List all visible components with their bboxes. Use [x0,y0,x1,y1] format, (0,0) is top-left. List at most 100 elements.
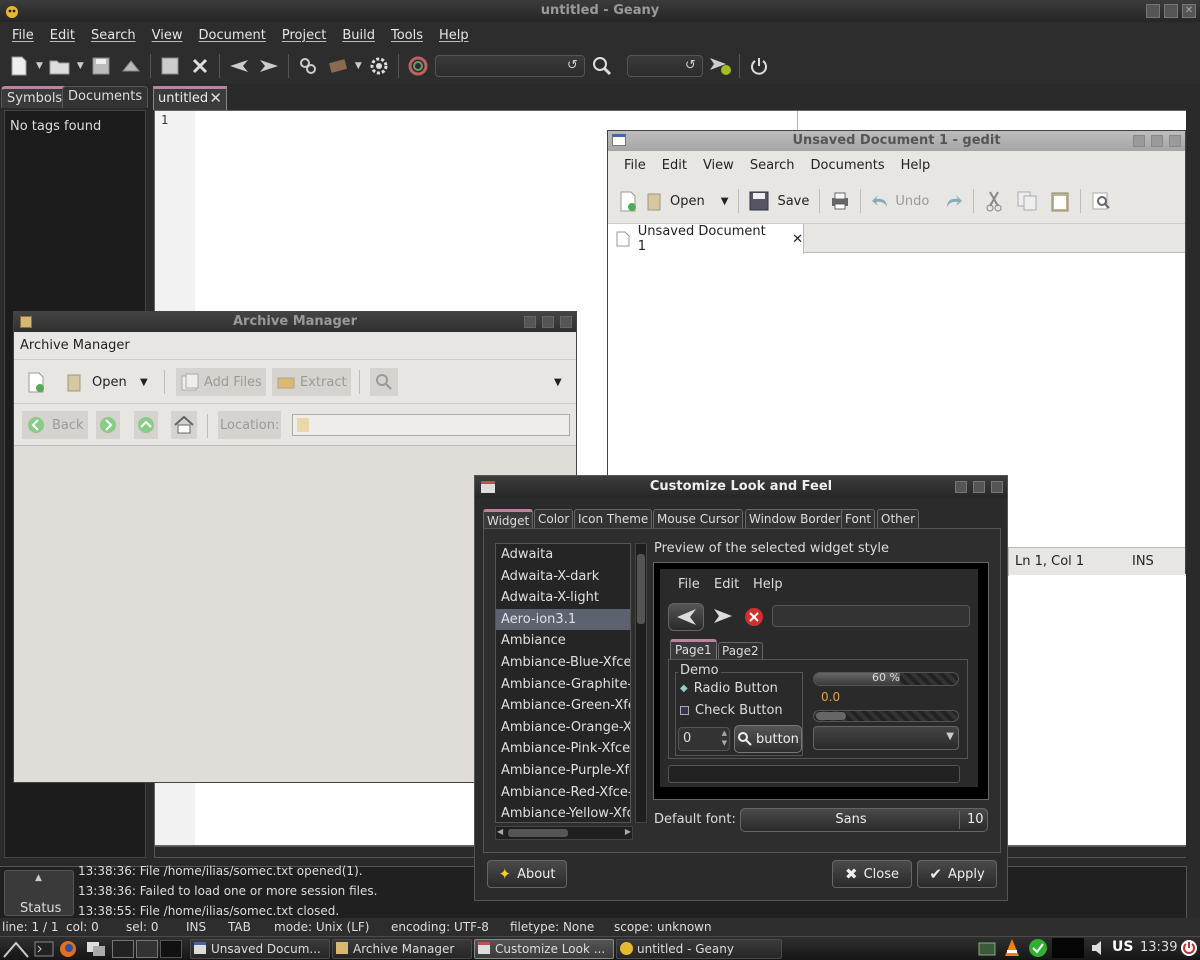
combo-box[interactable]: ▼ [813,726,959,750]
goto-line-input[interactable]: ↺ [626,55,703,77]
power-icon[interactable] [1180,939,1198,957]
menu-archive-manager[interactable]: Archive Manager [20,338,130,353]
preview-button[interactable]: button [734,725,802,753]
minimize-icon[interactable] [1133,135,1145,147]
menu-search[interactable]: Search [742,158,803,173]
update-ok-icon[interactable] [1028,938,1048,958]
save-button[interactable]: Save [749,191,809,211]
close-icon[interactable] [991,481,1003,493]
undo-button[interactable]: Undo [871,191,929,211]
scale-slider[interactable] [813,710,959,722]
tab-color[interactable]: Color [534,509,574,529]
menu-launcher-icon[interactable] [2,939,30,959]
preview-menu-help[interactable]: Help [753,577,783,592]
back-button[interactable]: Back [22,411,88,439]
location-input[interactable] [292,414,570,436]
theme-list-vscrollbar[interactable] [635,543,647,823]
list-item[interactable]: Ambiance-Blue-Xfce-L [496,652,630,674]
menu-file[interactable]: File [616,158,654,173]
menu-documents[interactable]: Documents [802,158,892,173]
close-icon[interactable]: ✕ [1182,4,1196,18]
list-item[interactable]: Ambiance-Graphite-Xf [496,674,630,696]
minimize-icon[interactable] [955,481,967,493]
chevron-down-icon[interactable]: ▼ [140,368,148,396]
back-icon[interactable] [226,53,252,79]
preview-menu-edit[interactable]: Edit [714,577,739,592]
color-chooser-icon[interactable] [405,53,431,79]
messages-scrollbar[interactable] [1186,866,1200,918]
new-document-icon[interactable] [618,190,638,212]
tab-symbols[interactable]: Symbols [1,86,69,108]
preview-menu-file[interactable]: File [678,577,700,592]
tab-widget[interactable]: Widget [483,509,534,529]
compile-icon[interactable] [295,53,321,79]
print-icon[interactable] [830,191,850,211]
list-item[interactable]: Ambiance-Purple-Xfce [496,760,630,782]
list-item[interactable]: Ambiance [496,630,630,652]
menu-help[interactable]: Help [431,28,477,43]
search-input[interactable]: ↺ [434,55,585,77]
menu-help[interactable]: Help [893,158,939,173]
preview-forward-icon[interactable] [712,605,734,627]
font-button[interactable]: Sans 10 [740,808,988,832]
preview-stop-icon[interactable] [744,607,764,627]
goto-line-icon[interactable] [707,53,733,79]
clear-icon[interactable]: ↺ [685,58,696,73]
open-button[interactable]: Open [64,368,127,396]
close-tab-icon[interactable]: ✕ [792,232,803,247]
task-archive-manager[interactable]: Archive Manager [332,939,472,959]
vlc-icon[interactable] [1002,938,1022,958]
close-tab-icon[interactable]: ✕ [209,89,222,108]
clock[interactable]: 13:39 [1140,940,1177,955]
list-item[interactable]: Ambiance-Red-Xfce-LX [496,782,630,804]
volume-icon[interactable] [1090,940,1108,956]
copy-icon[interactable] [1016,190,1038,212]
maximize-icon[interactable] [1164,4,1178,18]
list-item[interactable]: Adwaita-X-light [496,587,630,609]
chevron-down-icon[interactable]: ▼ [77,61,84,71]
list-item[interactable]: Ambiance-Orange-Xfc [496,717,630,739]
minimize-icon[interactable] [1146,4,1160,18]
task-gedit[interactable]: Unsaved Docum... [190,939,330,959]
find-icon[interactable] [1091,191,1111,211]
list-item[interactable]: Ambiance-Yellow-Xfce- [496,803,630,822]
slider-handle[interactable] [816,712,846,720]
keyboard-layout[interactable]: US [1112,939,1133,955]
tab-status[interactable]: ▲ Status [4,870,74,916]
menu-edit[interactable]: Edit [42,28,83,43]
maximize-icon[interactable] [542,316,554,328]
arrow-right-icon[interactable]: ▶ [625,827,631,836]
close-button[interactable]: ✖ Close [832,860,912,888]
preview-tab-page2[interactable]: Page2 [718,642,763,660]
save-icon[interactable] [88,53,114,79]
add-files-button[interactable]: Add Files [176,368,266,396]
close-icon[interactable] [560,316,572,328]
home-icon[interactable] [171,411,197,439]
editor-vscrollbar[interactable] [1186,110,1200,860]
menu-search[interactable]: Search [83,28,144,43]
clear-icon[interactable]: ↺ [567,58,578,73]
chevron-down-icon[interactable]: ▼ [554,368,562,396]
new-file-icon[interactable] [6,53,32,79]
radio-button[interactable]: ◆ Radio Button [680,681,778,696]
firefox-icon[interactable] [58,939,78,959]
spin-button[interactable]: 0 ▲ ▼ [678,727,730,751]
close-doc-icon[interactable] [187,53,213,79]
windows-icon[interactable] [86,941,106,957]
menu-document[interactable]: Document [190,28,273,43]
workspace-2[interactable] [136,940,158,958]
quit-icon[interactable] [746,53,772,79]
workspace-3[interactable] [160,940,182,958]
revert-icon[interactable] [157,53,183,79]
scrollbar-thumb[interactable] [637,554,645,624]
find-icon[interactable] [370,368,398,396]
scrollbar-thumb[interactable] [508,829,568,837]
list-item-selected[interactable]: Aero-ion3.1 [496,608,630,631]
preview-back-icon[interactable] [668,603,704,631]
open-button[interactable]: Open [644,190,705,212]
search-icon[interactable] [589,53,615,79]
menu-build[interactable]: Build [334,28,383,43]
menu-tools[interactable]: Tools [383,28,431,43]
tab-other[interactable]: Other [877,509,920,529]
redo-icon[interactable] [943,191,963,211]
